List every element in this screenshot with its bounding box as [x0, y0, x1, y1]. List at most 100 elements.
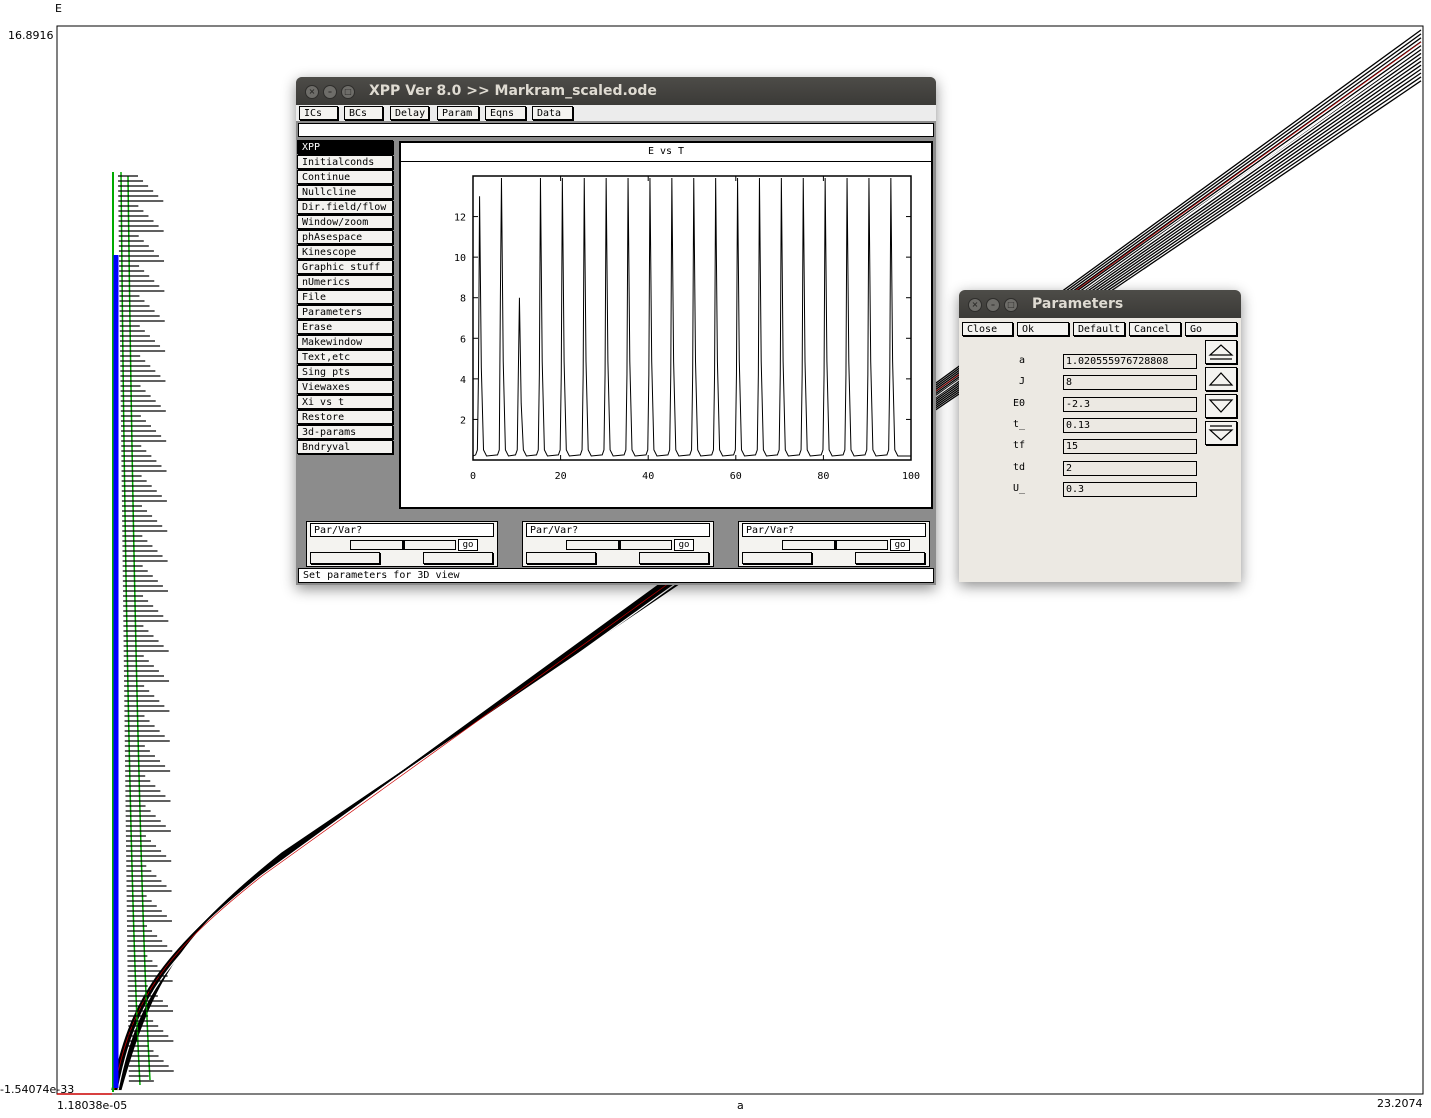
down-arrow-icon	[1208, 399, 1234, 413]
status-bar: Set parameters for 3D view	[298, 568, 934, 583]
y-tick-label: 2	[460, 415, 466, 426]
close-icon[interactable]: ×	[305, 85, 319, 99]
graph-window[interactable]: 0 20 40 60 80 100 2 4 6 8 10 12 E vs T	[399, 141, 933, 509]
side-menu-item[interactable]: Continue	[297, 170, 393, 184]
slider-2-thumb[interactable]	[618, 540, 621, 550]
side-menu-item[interactable]: Window/zoom	[297, 215, 393, 229]
side-menu-item[interactable]: Erase	[297, 320, 393, 334]
menu-bcs-button[interactable]: BCs	[344, 106, 383, 120]
slider-2-high-field[interactable]	[639, 552, 709, 564]
close-button[interactable]: Close	[962, 322, 1013, 336]
parameters-titlebar[interactable]: × – □ Parameters	[959, 290, 1241, 318]
up-arrow-icon	[1208, 372, 1234, 386]
side-menu-item[interactable]: Viewaxes	[297, 380, 393, 394]
side-menu-item[interactable]: Parameters	[297, 305, 393, 319]
double-up-arrow-icon	[1208, 344, 1234, 360]
parameters-window: × – □ Parameters Close Ok Default Cancel…	[959, 290, 1241, 582]
y-axis-label: E	[55, 2, 62, 15]
param-value-input[interactable]: 0.3	[1063, 481, 1197, 497]
y-min-label: -1.54074e-33	[0, 1083, 75, 1096]
menu-data-button[interactable]: Data	[532, 106, 573, 120]
side-menu-item[interactable]: Makewindow	[297, 335, 393, 349]
slider-3-param-field[interactable]: Par/Var?	[742, 523, 926, 537]
slider-1-low-field[interactable]	[310, 552, 380, 564]
side-menu-item[interactable]: Bndryval	[297, 440, 393, 454]
side-menu-item[interactable]: phAsespace	[297, 230, 393, 244]
xpp-main-window: × – □ XPP Ver 8.0 >> Markram_scaled.ode …	[296, 77, 936, 585]
param-name-label: td	[1012, 461, 1025, 473]
slider-3-thumb[interactable]	[834, 540, 837, 550]
side-menu-item[interactable]: Text,etc	[297, 350, 393, 364]
menu-delay-button[interactable]: Delay	[390, 106, 429, 120]
maximize-icon[interactable]: □	[1004, 298, 1018, 312]
side-menu-item[interactable]: XPP	[297, 140, 393, 154]
side-menu-item[interactable]: Restore	[297, 410, 393, 424]
y-tick-label: 4	[460, 375, 466, 386]
slider-1-track[interactable]	[350, 540, 456, 550]
x-tick-label: 80	[817, 471, 829, 482]
menu-eqns-button[interactable]: Eqns	[485, 106, 526, 120]
menu-ics-button[interactable]: ICs	[299, 106, 338, 120]
x-tick-label: 100	[902, 471, 920, 482]
side-menu-item[interactable]: 3d-params	[297, 425, 393, 439]
param-value-input[interactable]: 8	[1063, 375, 1197, 391]
slider-2-go-button[interactable]: go	[674, 539, 694, 551]
y-tick-label: 12	[454, 213, 466, 224]
param-name-label: tf	[1012, 440, 1025, 452]
ok-button[interactable]: Ok	[1017, 322, 1069, 336]
slider-3-low-field[interactable]	[742, 552, 812, 564]
slider-1-param-field[interactable]: Par/Var?	[310, 523, 494, 537]
page-up-button[interactable]	[1205, 340, 1237, 364]
x-tick-label: 0	[470, 471, 476, 482]
command-line-input[interactable]	[298, 123, 934, 137]
slider-1-high-field[interactable]	[423, 552, 493, 564]
param-name-label: J	[1018, 376, 1025, 388]
slider-1-thumb[interactable]	[402, 540, 405, 550]
x-min-label: 1.18038e-05	[57, 1099, 128, 1112]
side-menu-item[interactable]: Graphic stuff	[297, 260, 393, 274]
slider-3: Par/Var? go	[738, 521, 930, 567]
scroll-down-button[interactable]	[1205, 394, 1237, 418]
scroll-up-button[interactable]	[1205, 367, 1237, 391]
slider-1-go-button[interactable]: go	[458, 539, 478, 551]
maximize-icon[interactable]: □	[341, 85, 355, 99]
close-icon[interactable]: ×	[968, 298, 982, 312]
slider-2-param-field[interactable]: Par/Var?	[526, 523, 710, 537]
xpp-titlebar[interactable]: × – □ XPP Ver 8.0 >> Markram_scaled.ode	[296, 77, 936, 105]
default-button[interactable]: Default	[1073, 322, 1125, 336]
menu-param-button[interactable]: Param	[437, 106, 479, 120]
x-tick-label: 20	[555, 471, 567, 482]
param-value-input[interactable]: 0.13	[1063, 417, 1197, 433]
minimize-icon[interactable]: –	[986, 298, 1000, 312]
param-name-label: U_	[1012, 482, 1025, 494]
side-menu-item[interactable]: Dir.field/flow	[297, 200, 393, 214]
side-menu-item[interactable]: Sing pts	[297, 365, 393, 379]
side-menu-item[interactable]: Initialconds	[297, 155, 393, 169]
side-menu-item[interactable]: File	[297, 290, 393, 304]
side-menu-item[interactable]: Kinescope	[297, 245, 393, 259]
y-tick-label: 6	[460, 334, 466, 345]
slider-1: Par/Var? go	[306, 521, 498, 567]
slider-2-low-field[interactable]	[526, 552, 596, 564]
slider-3-high-field[interactable]	[855, 552, 925, 564]
slider-2-track[interactable]	[566, 540, 672, 550]
go-button[interactable]: Go	[1185, 322, 1237, 336]
x-tick-label: 40	[642, 471, 654, 482]
side-menu-item[interactable]: Xi vs t	[297, 395, 393, 409]
param-value-input[interactable]: -2.3	[1063, 396, 1197, 412]
page-down-button[interactable]	[1205, 421, 1237, 445]
slider-3-go-button[interactable]: go	[890, 539, 910, 551]
side-menu-item[interactable]: nUmerics	[297, 275, 393, 289]
x-max-label: 23.2074	[1377, 1097, 1423, 1110]
x-axis-label: a	[737, 1099, 744, 1112]
param-value-input[interactable]: 1.020555976728808	[1063, 354, 1197, 369]
minimize-icon[interactable]: –	[323, 85, 337, 99]
param-value-input[interactable]: 15	[1063, 439, 1197, 455]
cancel-button[interactable]: Cancel	[1129, 322, 1181, 336]
xpp-window-title: XPP Ver 8.0 >> Markram_scaled.ode	[369, 83, 657, 99]
side-menu-item[interactable]: Nullcline	[297, 185, 393, 199]
param-name-label: a	[1018, 355, 1025, 366]
param-value-input[interactable]: 2	[1063, 460, 1197, 476]
slider-3-track[interactable]	[782, 540, 888, 550]
y-tick-label: 8	[460, 294, 466, 305]
